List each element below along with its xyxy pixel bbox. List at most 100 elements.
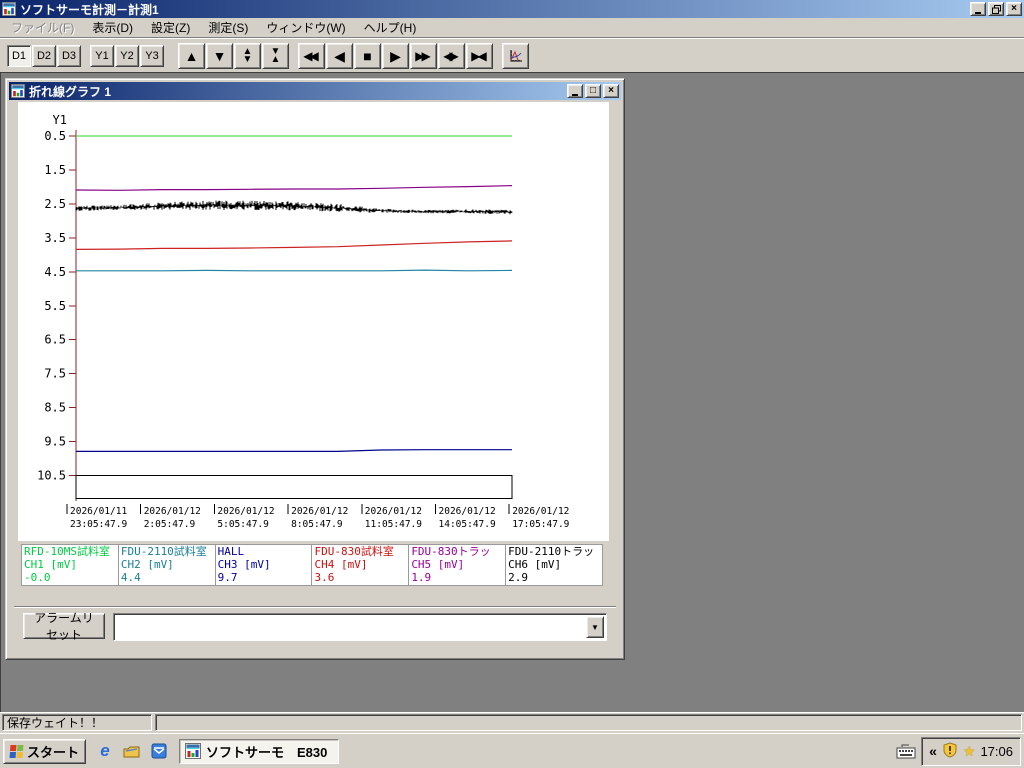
security-shield-icon[interactable]: [942, 742, 958, 761]
close-button[interactable]: ×: [1006, 2, 1022, 16]
expand-vertical-button[interactable]: ▲ ▼: [234, 43, 261, 69]
svg-text:2.5: 2.5: [44, 197, 66, 211]
menu-view[interactable]: 表示(D): [83, 17, 142, 38]
svg-text:7.5: 7.5: [44, 367, 66, 381]
svg-text:9.5: 9.5: [44, 435, 66, 449]
quick-launch: e: [95, 741, 169, 761]
svg-text:2026/01/12: 2026/01/12: [439, 506, 496, 517]
restore-button[interactable]: [988, 2, 1004, 16]
menu-help[interactable]: ヘルプ(H): [355, 17, 426, 38]
channel-label: CH3 [mV]: [218, 558, 312, 571]
svg-text:6.5: 6.5: [44, 333, 66, 347]
channel-name: HALL: [218, 545, 312, 558]
tray-star-icon[interactable]: ★: [963, 743, 976, 760]
legend-cell-ch1: RFD-10MS試料室 CH1 [mV] -0.0: [22, 545, 119, 585]
svg-text:0.5: 0.5: [44, 129, 66, 143]
svg-text:2:05:47.9: 2:05:47.9: [144, 519, 196, 530]
legend-cell-ch6: FDU-2110トラッ CH6 [mV] 2.9: [506, 545, 603, 585]
svg-text:5:05:47.9: 5:05:47.9: [217, 519, 269, 530]
collapse-vertical-button[interactable]: ▼ ▲: [262, 43, 289, 69]
combobox-dropdown-button[interactable]: ▼: [586, 616, 604, 638]
toolbar-y2-button[interactable]: Y2: [115, 45, 139, 67]
toolbar-y3-button[interactable]: Y3: [140, 45, 164, 67]
app-titlebar[interactable]: ソフトサーモ計測－計測1 ×: [0, 0, 1024, 18]
divider: [14, 606, 616, 608]
toolbar-d2-button[interactable]: D2: [32, 45, 56, 67]
graph-maximize-button[interactable]: □: [585, 84, 601, 98]
scroll-up-button[interactable]: ▲: [178, 43, 205, 69]
outlook-express-icon[interactable]: [149, 741, 169, 761]
status-secondary-panel: [155, 714, 1022, 731]
channel-label: CH5 [mV]: [411, 558, 505, 571]
channel-label: CH4 [mV]: [314, 558, 408, 571]
svg-text:14:05:47.9: 14:05:47.9: [439, 519, 496, 530]
channel-value: 3.6: [314, 571, 408, 584]
legend-cell-ch3: HALL CH3 [mV] 9.7: [216, 545, 313, 585]
keyboard-icon[interactable]: [896, 744, 916, 759]
channel-value: 9.7: [218, 571, 312, 584]
minimize-button[interactable]: [970, 2, 986, 16]
fast-forward-button[interactable]: ▶▶: [410, 43, 437, 69]
channel-label: CH2 [mV]: [121, 558, 215, 571]
taskbar-clock: 17:06: [980, 744, 1013, 759]
channel-label: CH1 [mV]: [24, 558, 118, 571]
svg-text:2026/01/12: 2026/01/12: [144, 506, 201, 517]
windows-logo-icon: [10, 745, 24, 758]
svg-text:11:05:47.9: 11:05:47.9: [365, 519, 422, 530]
status-bar: 保存ウェイト！！: [0, 712, 1024, 731]
svg-text:3.5: 3.5: [44, 231, 66, 245]
chart-view-button[interactable]: [502, 43, 529, 69]
menu-measure[interactable]: 測定(S): [199, 17, 257, 38]
channel-name: RFD-10MS試料室: [24, 545, 118, 558]
graph-close-button[interactable]: ×: [603, 84, 619, 98]
channel-value: 4.4: [121, 571, 215, 584]
rewind-button[interactable]: ◀◀: [298, 43, 325, 69]
step-back-button[interactable]: ◀: [326, 43, 353, 69]
app-title: ソフトサーモ計測－計測1: [20, 1, 970, 18]
graph-window-icon: [11, 84, 25, 98]
alarm-combobox[interactable]: ▼: [113, 613, 607, 641]
step-forward-button[interactable]: ▶: [382, 43, 409, 69]
mdi-area: 折れ線グラフ 1 □ × Y1 0.5 1.5 2.5 3.5 4.5 5.5 6.5 7.5 8…: [0, 72, 1024, 712]
toolbar-d3-button[interactable]: D3: [57, 45, 81, 67]
status-message-panel: 保存ウェイト！！: [2, 714, 152, 731]
alarm-reset-button[interactable]: アラームリセット: [23, 613, 105, 639]
chart-icon: [508, 48, 524, 64]
graph-window-titlebar[interactable]: 折れ線グラフ 1 □ ×: [9, 82, 621, 100]
scroll-down-button[interactable]: ▼: [206, 43, 233, 69]
svg-text:23:05:47.9: 23:05:47.9: [70, 519, 127, 530]
graph-minimize-button[interactable]: [567, 84, 583, 98]
toolbar-y1-button[interactable]: Y1: [90, 45, 114, 67]
channel-legend: RFD-10MS試料室 CH1 [mV] -0.0 FDU-2110試料室 CH…: [21, 544, 603, 586]
legend-cell-ch2: FDU-2110試料室 CH2 [mV] 4.4: [119, 545, 216, 585]
system-tray: « ★ 17:06: [921, 737, 1021, 766]
start-button[interactable]: スタート: [3, 739, 86, 764]
svg-text:Y1: Y1: [53, 113, 67, 127]
menu-window[interactable]: ウィンドウ(W): [257, 17, 354, 38]
menu-bar: ファイル(F) 表示(D) 設定(Z) 測定(S) ウィンドウ(W) ヘルプ(H…: [0, 18, 1024, 38]
svg-text:10.5: 10.5: [37, 469, 66, 483]
show-desktop-icon[interactable]: [122, 741, 142, 761]
task-app-icon: [185, 743, 201, 759]
svg-text:1.5: 1.5: [44, 163, 66, 177]
taskbar-task-button[interactable]: ソフトサーモ E830: [179, 739, 339, 764]
channel-value: -0.0: [24, 571, 118, 584]
svg-text:2026/01/12: 2026/01/12: [217, 506, 274, 517]
channel-value: 1.9: [411, 571, 505, 584]
legend-cell-ch5: FDU-830トラッ CH5 [mV] 1.9: [409, 545, 506, 585]
internet-explorer-icon[interactable]: e: [95, 741, 115, 761]
toolbar-d1-button[interactable]: D1: [7, 45, 31, 67]
menu-settings[interactable]: 設定(Z): [142, 17, 199, 38]
expand-horizontal-button[interactable]: ◀▶: [438, 43, 465, 69]
svg-text:5.5: 5.5: [44, 299, 66, 313]
svg-text:8.5: 8.5: [44, 401, 66, 415]
minimize-icon: [975, 12, 981, 14]
collapse-horizontal-button[interactable]: ▶◀: [466, 43, 493, 69]
channel-label: CH6 [mV]: [508, 558, 602, 571]
stop-button[interactable]: ■: [354, 43, 381, 69]
tray-overflow-chevron[interactable]: «: [929, 743, 937, 759]
svg-text:4.5: 4.5: [44, 265, 66, 279]
line-chart-svg: Y1 0.5 1.5 2.5 3.5 4.5 5.5 6.5 7.5 8.5 9.5 10.5 2026…: [18, 102, 609, 541]
graph-panel: Y1 0.5 1.5 2.5 3.5 4.5 5.5 6.5 7.5 8.5 9.5 10.5 2026…: [18, 102, 609, 541]
menu-file[interactable]: ファイル(F): [2, 17, 83, 38]
